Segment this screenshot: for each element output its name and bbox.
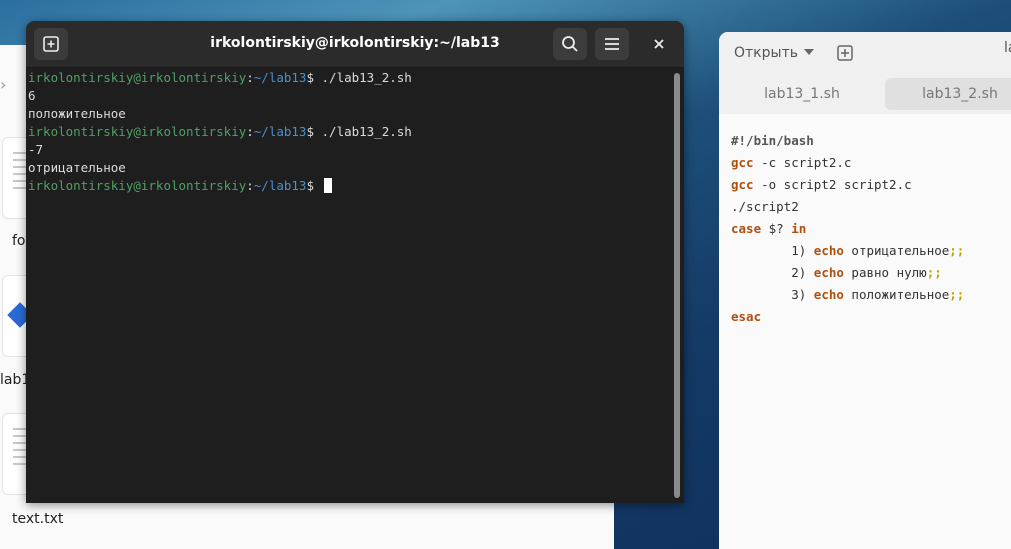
text-cursor <box>323 178 332 193</box>
code-line: #!/bin/bash <box>731 133 814 148</box>
close-icon <box>653 35 665 54</box>
scrollbar[interactable] <box>674 73 680 498</box>
prompt-user: irkolontirskiy@irkolontirskiy <box>28 70 247 85</box>
prompt-path: ~/lab13 <box>253 178 307 193</box>
code-keyword: esac <box>731 309 762 324</box>
code-editor[interactable]: #!/bin/bash gcc -c script2.c gcc -o scri… <box>731 130 964 328</box>
code-text: -o script2 script2.c <box>753 177 912 192</box>
tab-lab13-2[interactable]: lab13_2.sh <box>885 78 1011 110</box>
output-line: отрицательное <box>28 160 126 175</box>
code-keyword: gcc <box>731 155 754 170</box>
output-line: -7 <box>28 142 44 157</box>
text-editor-window: Открыть la lab13_1.sh lab13_2.sh #!/bin/… <box>719 32 1011 549</box>
code-keyword: gcc <box>731 177 754 192</box>
window-title: la <box>1004 40 1011 56</box>
terminal-headerbar: irkolontirskiy@irkolontirskiy:~/lab13 <box>26 21 684 68</box>
prompt-sep: : <box>246 70 254 85</box>
open-button[interactable]: Открыть <box>734 45 814 61</box>
prompt-sep: : <box>246 124 254 139</box>
code-variable: $? <box>761 221 792 236</box>
chevron-right-icon[interactable]: › <box>0 75 6 94</box>
code-text: отрицательное <box>843 243 950 258</box>
code-keyword: echo <box>813 287 844 302</box>
code-punctuation: ;; <box>949 243 965 258</box>
prompt-line: irkolontirskiy@irkolontirskiy:~/lab13$ .… <box>28 124 412 139</box>
file-label[interactable]: text.txt <box>12 511 63 527</box>
hamburger-menu-icon <box>604 37 620 51</box>
prompt-line: irkolontirskiy@irkolontirskiy:~/lab13$ .… <box>28 70 412 85</box>
output-line: 6 <box>28 88 36 103</box>
code-text: 1) <box>731 243 814 258</box>
code-text: -c script2.c <box>753 155 852 170</box>
file-label[interactable]: fo <box>12 233 26 249</box>
code-keyword: echo <box>813 243 844 258</box>
prompt-path: ~/lab13 <box>253 70 307 85</box>
menu-button[interactable] <box>595 28 629 60</box>
editor-headerbar: Открыть la <box>719 32 1011 74</box>
code-punctuation: ;; <box>949 287 965 302</box>
prompt-command: $ ./lab13_2.sh <box>306 124 412 139</box>
prompt-command: $ <box>306 178 322 193</box>
code-line: ./script2 <box>731 199 799 214</box>
code-keyword: in <box>791 221 807 236</box>
terminal-window: irkolontirskiy@irkolontirskiy:~/lab13 ir… <box>26 21 684 503</box>
search-button[interactable] <box>553 28 587 60</box>
open-label: Открыть <box>734 45 798 61</box>
code-keyword: echo <box>813 265 844 280</box>
tab-lab13-1[interactable]: lab13_1.sh <box>729 78 875 110</box>
prompt-path: ~/lab13 <box>253 124 307 139</box>
code-punctuation: ;; <box>926 265 942 280</box>
output-line: положительное <box>28 106 126 121</box>
new-document-icon[interactable] <box>837 45 853 65</box>
terminal-output[interactable]: irkolontirskiy@irkolontirskiy:~/lab13$ .… <box>28 69 670 503</box>
code-text: положительное <box>843 287 950 302</box>
code-keyword: case <box>731 221 762 236</box>
prompt-user: irkolontirskiy@irkolontirskiy <box>28 178 247 193</box>
prompt-command: $ ./lab13_2.sh <box>306 70 412 85</box>
prompt-line: irkolontirskiy@irkolontirskiy:~/lab13$ <box>28 178 332 193</box>
prompt-user: irkolontirskiy@irkolontirskiy <box>28 124 247 139</box>
code-text: 3) <box>731 287 814 302</box>
prompt-sep: : <box>246 178 254 193</box>
search-icon <box>561 35 579 53</box>
code-text: равно нулю <box>843 265 927 280</box>
chevron-down-icon <box>803 49 814 55</box>
close-button[interactable] <box>645 28 673 60</box>
code-text: 2) <box>731 265 814 280</box>
editor-tabbar: lab13_1.sh lab13_2.sh <box>719 74 1011 114</box>
